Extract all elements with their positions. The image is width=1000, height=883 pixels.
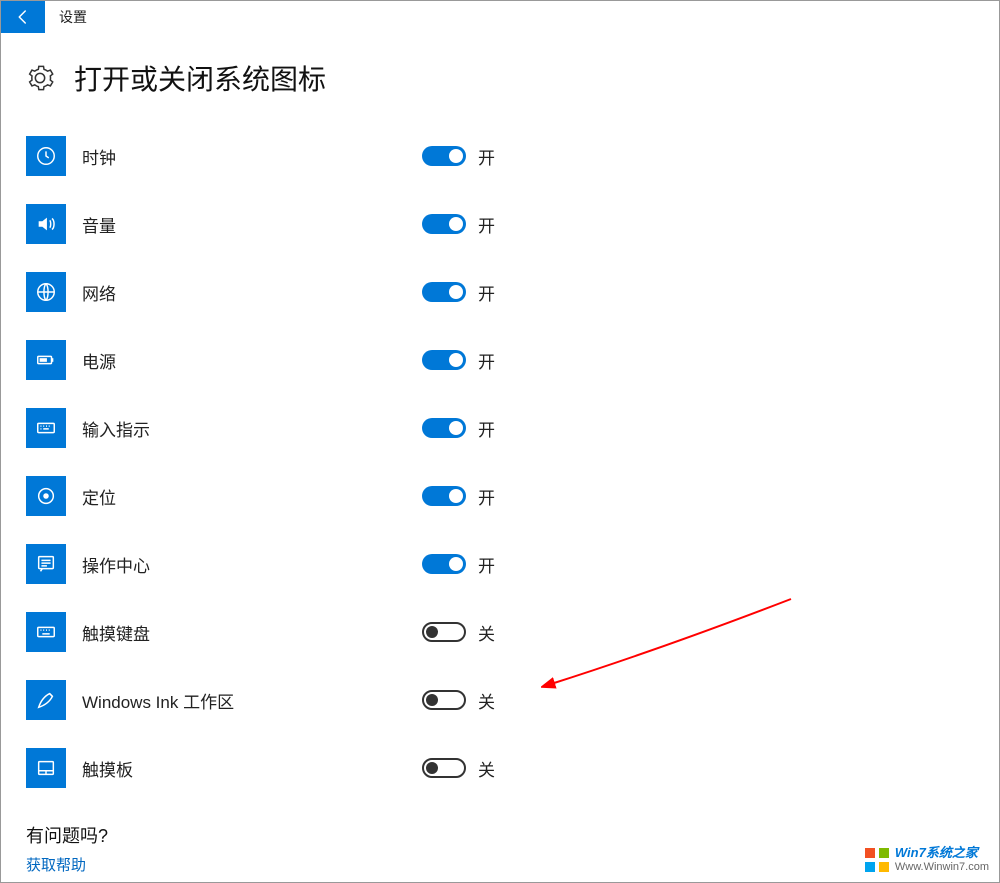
toggle-state-label: 开: [478, 144, 495, 169]
setting-row: 定位 开: [26, 462, 974, 530]
setting-row: 时钟 开: [26, 122, 974, 190]
toggle-state-label: 开: [478, 280, 495, 305]
setting-label: 时钟: [82, 144, 422, 169]
window-title: 设置: [59, 7, 87, 27]
back-button[interactable]: [1, 1, 45, 33]
toggle-switch[interactable]: [422, 146, 466, 166]
touch-keyboard-icon: [26, 612, 66, 652]
setting-label: 操作中心: [82, 552, 422, 577]
setting-label: 定位: [82, 484, 422, 509]
power-icon: [26, 340, 66, 380]
toggle-switch[interactable]: [422, 282, 466, 302]
setting-row: 操作中心 开: [26, 530, 974, 598]
page-title: 打开或关闭系统图标: [74, 58, 326, 98]
help-link[interactable]: 获取帮助: [26, 854, 974, 875]
setting-label: 网络: [82, 280, 422, 305]
help-heading: 有问题吗?: [26, 822, 974, 848]
toggle-state-label: 开: [478, 416, 495, 441]
arrow-left-icon: [14, 8, 32, 26]
setting-row: 音量 开: [26, 190, 974, 258]
setting-row: 网络 开: [26, 258, 974, 326]
toggle-switch[interactable]: [422, 350, 466, 370]
watermark: Win7系统之家 Www.Winwin7.com: [865, 845, 989, 874]
toggle-switch[interactable]: [422, 418, 466, 438]
setting-label: 输入指示: [82, 416, 422, 441]
gear-icon: [26, 64, 54, 92]
setting-label: 触摸板: [82, 756, 422, 781]
toggle-switch[interactable]: [422, 214, 466, 234]
toggle-switch[interactable]: [422, 758, 466, 778]
toggle-state-label: 开: [478, 212, 495, 237]
toggle-state-label: 开: [478, 348, 495, 373]
action-center-icon: [26, 544, 66, 584]
setting-row: 触摸键盘 关: [26, 598, 974, 666]
volume-icon: [26, 204, 66, 244]
setting-row: 电源 开: [26, 326, 974, 394]
location-icon: [26, 476, 66, 516]
toggle-state-label: 关: [478, 688, 495, 713]
toggle-state-label: 开: [478, 484, 495, 509]
network-icon: [26, 272, 66, 312]
toggle-state-label: 关: [478, 620, 495, 645]
clock-icon: [26, 136, 66, 176]
setting-label: Windows Ink 工作区: [82, 688, 422, 713]
keyboard-icon: [26, 408, 66, 448]
toggle-switch[interactable]: [422, 622, 466, 642]
setting-label: 触摸键盘: [82, 620, 422, 645]
toggle-switch[interactable]: [422, 690, 466, 710]
ink-icon: [26, 680, 66, 720]
toggle-state-label: 关: [478, 756, 495, 781]
windows-logo-icon: [865, 848, 889, 872]
touchpad-icon: [26, 748, 66, 788]
setting-row: Windows Ink 工作区 关: [26, 666, 974, 734]
toggle-switch[interactable]: [422, 486, 466, 506]
toggle-state-label: 开: [478, 552, 495, 577]
setting-label: 电源: [82, 348, 422, 373]
setting-label: 音量: [82, 212, 422, 237]
setting-row: 触摸板 关: [26, 734, 974, 802]
toggle-switch[interactable]: [422, 554, 466, 574]
setting-row: 输入指示 开: [26, 394, 974, 462]
